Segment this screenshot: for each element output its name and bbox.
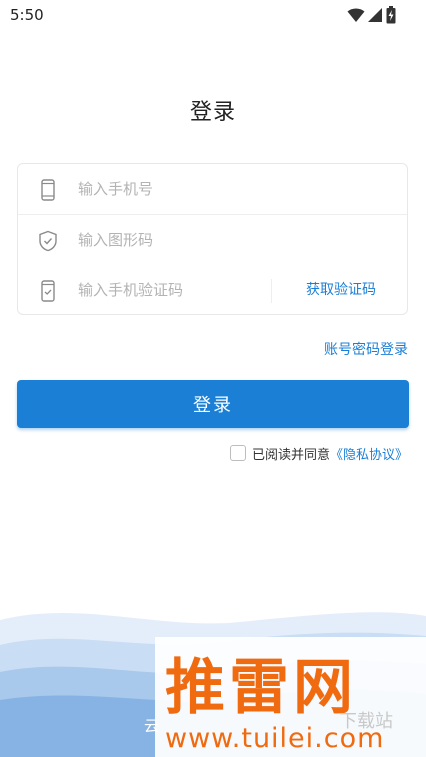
captcha-row bbox=[18, 215, 407, 265]
agreement-checkbox[interactable] bbox=[229, 445, 246, 461]
account-password-login-link[interactable]: 账号密码登录 bbox=[324, 339, 408, 359]
phone-check-icon bbox=[41, 280, 55, 302]
phone-input[interactable] bbox=[78, 176, 268, 202]
privacy-policy-link[interactable]: 《隐私协议》 bbox=[330, 444, 408, 463]
agreement-row: 已阅读并同意 《隐私协议》 bbox=[229, 443, 408, 463]
sms-code-input[interactable] bbox=[78, 277, 268, 303]
status-icons bbox=[347, 6, 396, 24]
page-title: 登录 bbox=[189, 100, 236, 125]
status-bar: 5:50 bbox=[0, 0, 426, 30]
watermark-logo: 推雷网 bbox=[165, 653, 357, 723]
watermark: 推雷网 下载站 www.tuilei.com bbox=[155, 637, 426, 757]
get-code-button[interactable]: 获取验证码 bbox=[282, 279, 400, 299]
phone-row bbox=[18, 164, 407, 215]
signal-icon bbox=[368, 8, 382, 22]
phone-icon bbox=[41, 179, 55, 201]
sms-code-row: 获取验证码 bbox=[18, 265, 407, 315]
shield-check-icon bbox=[39, 230, 57, 252]
captcha-input[interactable] bbox=[78, 227, 268, 253]
code-divider bbox=[271, 279, 272, 303]
watermark-url: www.tuilei.com bbox=[165, 723, 385, 754]
battery-icon bbox=[386, 6, 396, 24]
status-time: 5:50 bbox=[10, 6, 44, 24]
wifi-icon bbox=[347, 8, 365, 22]
login-button[interactable]: 登录 bbox=[17, 380, 409, 428]
agreement-text: 已阅读并同意 bbox=[251, 447, 330, 463]
login-form: 获取验证码 bbox=[17, 163, 408, 315]
